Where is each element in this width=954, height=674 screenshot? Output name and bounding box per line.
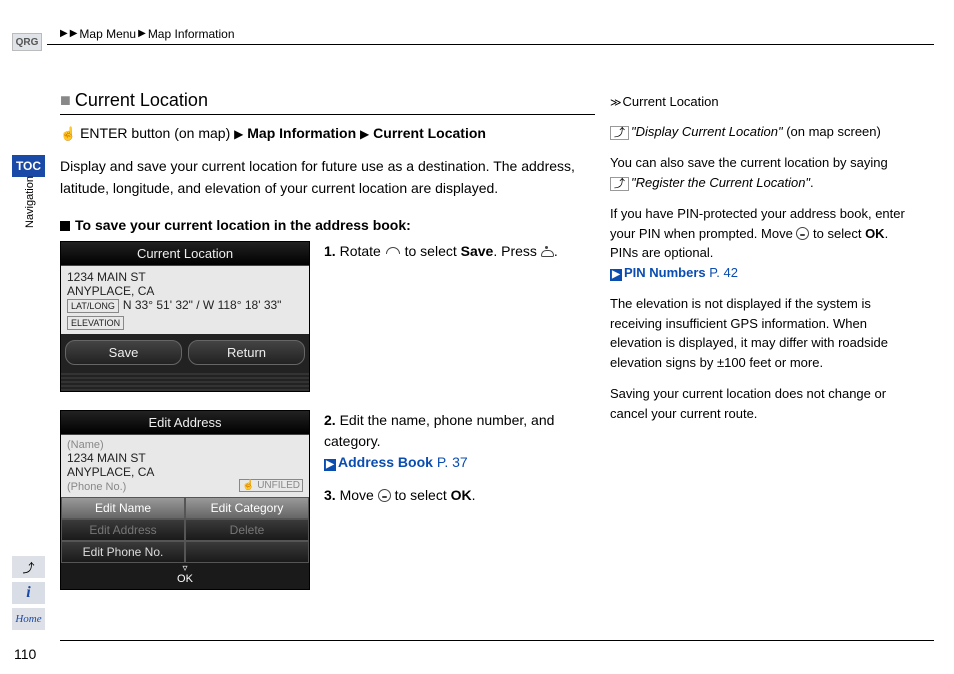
- arrow-icon: ▶: [138, 28, 146, 39]
- ok-indicator: OK: [61, 563, 309, 589]
- edit-address-button[interactable]: Edit Address: [61, 519, 185, 541]
- empty-button: [185, 541, 309, 563]
- step-text: Move: [340, 487, 378, 503]
- press-icon: [541, 245, 554, 258]
- field-label: (Phone No.): [67, 481, 126, 493]
- page-number: 110: [14, 646, 36, 662]
- arrow-icon: ▶: [70, 28, 78, 39]
- subheading: To save your current location in the add…: [60, 217, 595, 233]
- path-text: Current Location: [373, 125, 486, 141]
- pin-numbers-link[interactable]: ▶PIN Numbers: [610, 265, 706, 280]
- home-tab[interactable]: Home: [12, 608, 45, 630]
- section-title-text: Current Location: [75, 90, 208, 110]
- qrg-tab[interactable]: QRG: [12, 33, 42, 51]
- delete-button[interactable]: Delete: [185, 519, 309, 541]
- side-note-title: ≫Current Location: [610, 92, 910, 112]
- square-icon: [60, 221, 70, 231]
- nav-path: ☝ ENTER button (on map) ▶ Map Informatio…: [60, 125, 595, 142]
- screen-title: Current Location: [61, 242, 309, 266]
- field-label: (Name): [67, 439, 303, 451]
- voice-tab[interactable]: ⤴: [12, 556, 45, 578]
- address-line: ANYPLACE, CA: [67, 465, 303, 479]
- chapter-label: Navigation: [24, 176, 36, 228]
- edit-phone-button[interactable]: Edit Phone No.: [61, 541, 185, 563]
- latlong-label: LAT/LONG: [67, 299, 119, 313]
- link-arrow-icon: ▶: [324, 459, 336, 471]
- side-note: If you have PIN-protected your address b…: [610, 204, 910, 282]
- section-title: ■Current Location: [60, 90, 595, 115]
- move-down-icon: [796, 227, 809, 240]
- step-text: Save: [461, 243, 494, 259]
- device-screenshot-current-location: Current Location 1234 MAIN ST ANYPLACE, …: [60, 241, 310, 392]
- step-text: to select: [391, 487, 451, 503]
- voice-icon: ⤴: [610, 177, 629, 191]
- step-text: .: [554, 243, 558, 259]
- breadcrumb: ▶ ▶ Map Menu ▶ Map Information: [60, 27, 235, 41]
- square-icon: ■: [60, 90, 71, 110]
- address-line: 1234 MAIN ST: [67, 451, 303, 465]
- side-note: You can also save the current location b…: [610, 153, 910, 192]
- path-text: ENTER button (on map): [80, 125, 230, 141]
- side-note: ⤴"Display Current Location" (on map scre…: [610, 122, 910, 142]
- device-screenshot-edit-address: Edit Address (Name) 1234 MAIN ST ANYPLAC…: [60, 410, 310, 590]
- return-button[interactable]: Return: [188, 340, 305, 365]
- breadcrumb-item[interactable]: Map Menu: [79, 27, 136, 41]
- edit-category-button[interactable]: Edit Category: [185, 497, 309, 519]
- step-number: 2.: [324, 412, 336, 428]
- latlong-value: N 33° 51' 32" / W 118° 18' 33": [123, 298, 282, 312]
- link-arrow-icon: ▶: [610, 269, 622, 281]
- step-text: Rotate: [340, 243, 385, 259]
- side-note: Saving your current location does not ch…: [610, 384, 910, 423]
- arrow-icon: ▶: [234, 127, 243, 141]
- side-note: The elevation is not displayed if the sy…: [610, 294, 910, 372]
- step-2: 2. Edit the name, phone number, and cate…: [324, 410, 595, 473]
- screen-title: Edit Address: [61, 411, 309, 435]
- step-text: OK: [451, 487, 472, 503]
- page-reference[interactable]: P. 42: [709, 265, 738, 280]
- save-button[interactable]: Save: [65, 340, 182, 365]
- step-text: . Press: [493, 243, 540, 259]
- address-book-link[interactable]: ▶Address Book: [324, 454, 433, 470]
- double-arrow-icon: ≫: [610, 97, 620, 109]
- subheading-text: To save your current location in the add…: [75, 217, 411, 233]
- step-text: .: [472, 487, 476, 503]
- rotate-icon: [385, 245, 401, 258]
- move-down-icon: [378, 489, 391, 502]
- step-text: to select: [401, 243, 461, 259]
- address-line: ANYPLACE, CA: [67, 284, 303, 298]
- breadcrumb-item[interactable]: Map Information: [148, 27, 235, 41]
- arrow-icon: ▶: [60, 28, 68, 39]
- arrow-icon: ▶: [360, 127, 369, 141]
- description: Display and save your current location f…: [60, 156, 595, 199]
- page-reference[interactable]: P. 37: [437, 454, 468, 470]
- voice-icon: ⤴: [610, 126, 629, 140]
- info-tab[interactable]: i: [12, 582, 45, 604]
- elevation-label: ELEVATION: [67, 316, 124, 330]
- enter-icon: ☝: [60, 126, 76, 141]
- path-text: Map Information: [247, 125, 356, 141]
- step-number: 1.: [324, 243, 336, 259]
- edit-name-button[interactable]: Edit Name: [61, 497, 185, 519]
- step-3: 3. Move to select OK.: [324, 485, 595, 506]
- step-number: 3.: [324, 487, 336, 503]
- step-text: Edit the name, phone number, and categor…: [324, 412, 554, 449]
- address-line: 1234 MAIN ST: [67, 270, 303, 284]
- step-1: 1. Rotate to select Save. Press .: [324, 241, 595, 262]
- toc-tab[interactable]: TOC: [12, 155, 45, 177]
- unfiled-tag: ☝ UNFILED: [239, 479, 303, 492]
